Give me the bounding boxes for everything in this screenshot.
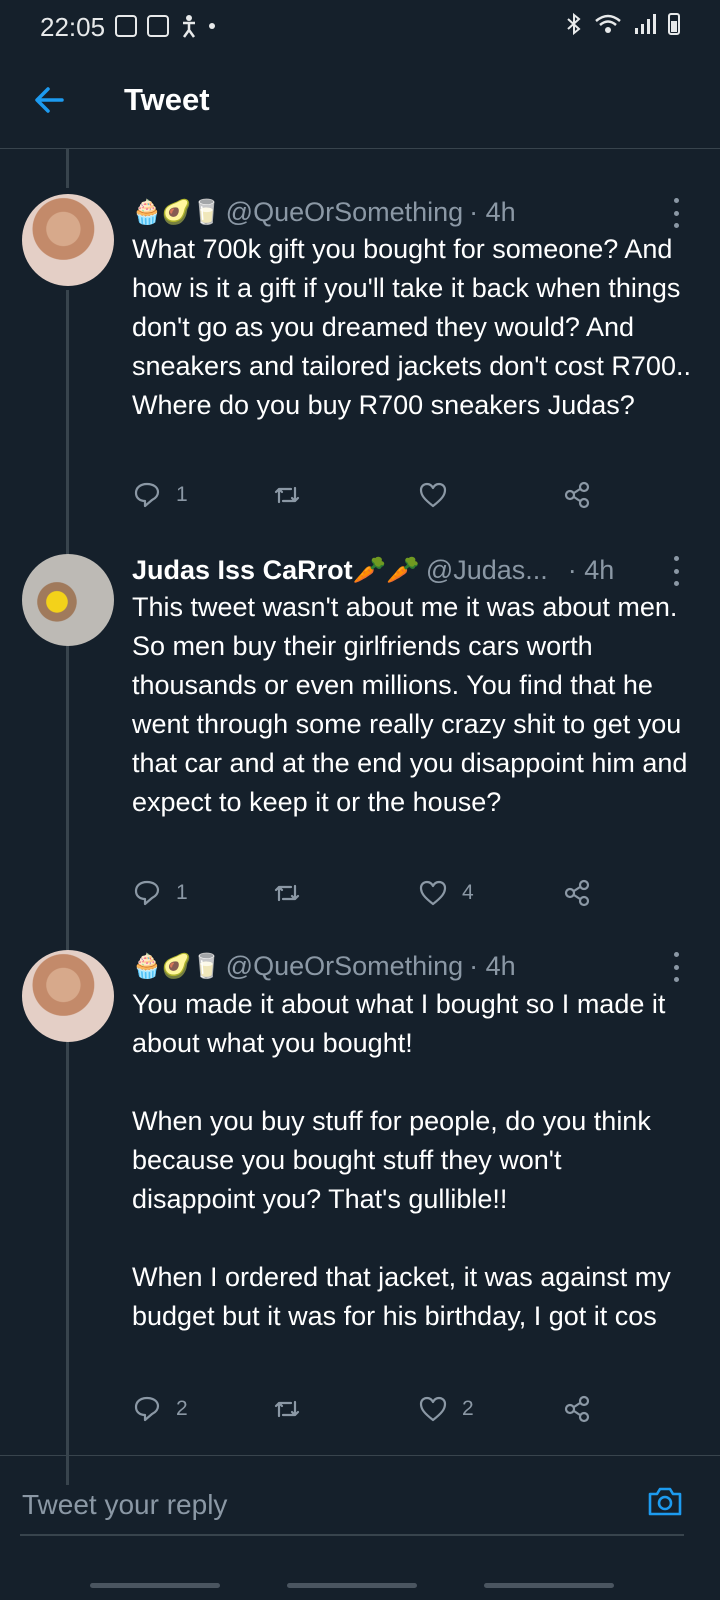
reply-icon <box>134 880 160 906</box>
tweet-header: 🧁🥑🥛 @QueOrSomething · 4h <box>132 948 516 984</box>
retweet-button[interactable] <box>272 878 302 908</box>
heart-icon <box>419 1396 447 1422</box>
retweet-icon <box>274 486 300 504</box>
signal-icon <box>635 14 656 34</box>
reply-icon <box>134 1396 160 1422</box>
like-button[interactable] <box>418 480 448 510</box>
tweet-time: · 4h <box>469 950 516 981</box>
tweet-header: 🧁🥑🥛 @QueOrSomething · 4h <box>132 194 516 230</box>
nav-home-button[interactable] <box>287 1583 417 1588</box>
status-system-icons <box>566 12 680 36</box>
tweet-actions: 2 2 <box>132 1394 602 1430</box>
avatar[interactable] <box>22 194 114 286</box>
navigation-bar <box>0 1565 720 1600</box>
image-icon <box>115 15 137 37</box>
tweet-text: What 700k gift you bought for someone? A… <box>132 234 699 420</box>
retweet-button[interactable] <box>272 1394 302 1424</box>
name-emojis: 🧁🥑🥛 <box>132 952 222 980</box>
share-button[interactable] <box>562 878 592 908</box>
thread-line <box>66 148 69 188</box>
retweet-icon <box>274 1400 300 1418</box>
heart-icon <box>419 482 447 508</box>
avatar[interactable] <box>22 554 114 646</box>
tweet-text: You made it about what I bought so I mad… <box>132 989 671 1331</box>
thread-line <box>66 290 69 1485</box>
share-icon <box>564 1395 590 1423</box>
bluetooth-icon <box>567 12 581 36</box>
tweet-time: · 4h <box>567 554 615 585</box>
reply-composer <box>0 1455 720 1566</box>
display-name[interactable]: Judas Iss CaRrot🥕🥕 <box>132 554 420 586</box>
share-icon <box>564 481 590 509</box>
reply-button[interactable]: 1 <box>132 878 188 908</box>
retweet-icon <box>274 884 300 902</box>
status-bar: 22:05 <box>0 0 720 52</box>
user-handle[interactable]: @QueOrSomething <box>226 197 464 228</box>
more-options-icon[interactable] <box>672 556 680 586</box>
name-emojis: 🧁🥑🥛 <box>132 198 222 226</box>
reply-button[interactable]: 1 <box>132 480 188 510</box>
tweet-actions: 1 <box>132 480 602 516</box>
camera-icon[interactable] <box>646 1482 684 1520</box>
reply-count: 1 <box>176 483 188 506</box>
reply-button[interactable]: 2 <box>132 1394 188 1424</box>
share-button[interactable] <box>562 480 592 510</box>
reply-input[interactable] <box>20 1484 624 1526</box>
like-count: 4 <box>462 881 474 904</box>
user-handle[interactable]: @QueOrSomething <box>226 951 464 982</box>
battery-icon <box>668 13 680 35</box>
tweet-header: Judas Iss CaRrot🥕🥕 @Judas... · 4h <box>132 552 614 588</box>
reply-count: 2 <box>176 1397 188 1420</box>
accessibility-icon <box>182 15 196 38</box>
reply-count: 1 <box>176 881 188 904</box>
status-time: 22:05 <box>40 12 106 42</box>
avatar[interactable] <box>22 950 114 1042</box>
reply-underline <box>20 1534 684 1536</box>
wifi-icon <box>595 14 621 33</box>
share-button[interactable] <box>562 1394 592 1424</box>
like-button[interactable]: 2 <box>418 1394 474 1424</box>
heart-icon <box>419 880 447 906</box>
retweet-button[interactable] <box>272 480 302 510</box>
back-arrow-icon[interactable] <box>30 80 70 120</box>
share-icon <box>564 879 590 907</box>
like-button[interactable]: 4 <box>418 878 474 908</box>
app-bar: Tweet <box>0 52 720 149</box>
tweet-text: This tweet wasn't about me it was about … <box>132 592 695 817</box>
reply-icon <box>134 482 160 508</box>
tweet-actions: 1 4 <box>132 878 602 914</box>
notification-dot-icon <box>209 23 215 29</box>
nav-back-button[interactable] <box>484 1583 614 1588</box>
status-notification-icons <box>115 14 215 38</box>
tweet-time: · 4h <box>469 196 516 227</box>
user-handle[interactable]: @Judas... <box>426 555 548 586</box>
more-options-icon[interactable] <box>672 198 680 228</box>
page-title: Tweet <box>124 82 210 117</box>
nav-recents-button[interactable] <box>90 1583 220 1588</box>
play-store-icon <box>147 15 169 37</box>
like-count: 2 <box>462 1397 474 1420</box>
more-options-icon[interactable] <box>672 952 680 982</box>
